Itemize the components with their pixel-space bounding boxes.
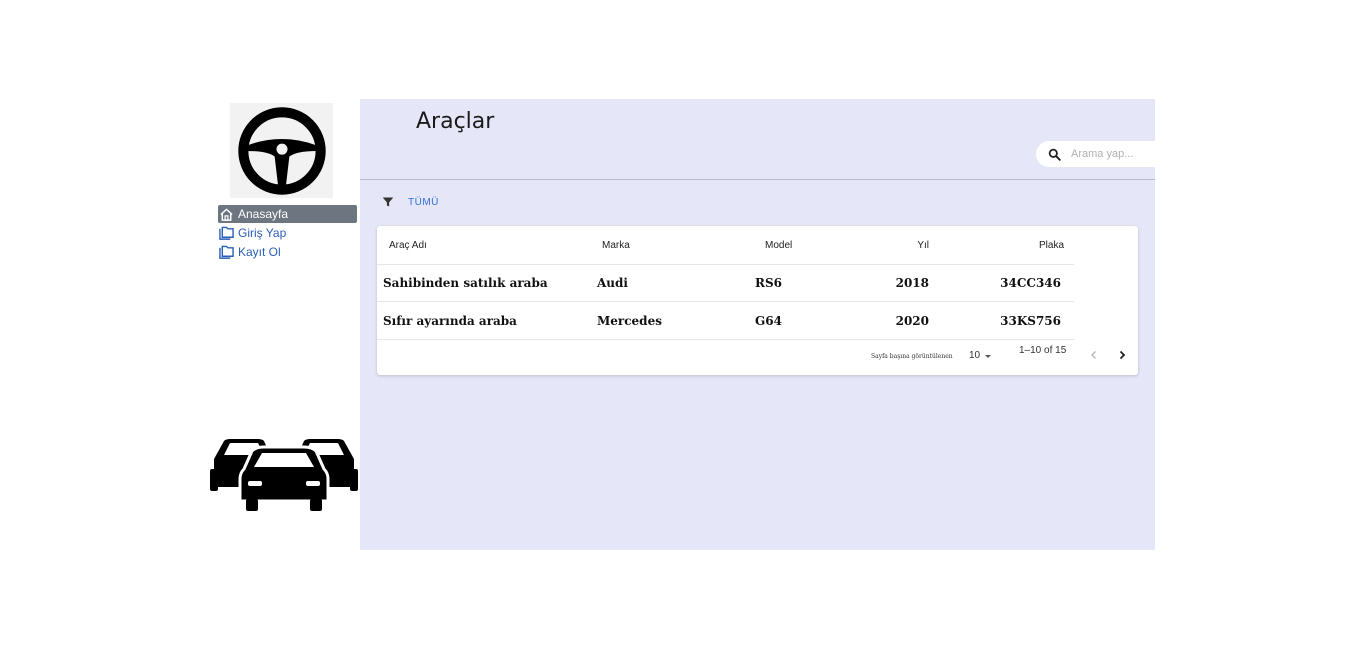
sidebar-item-anasayfa[interactable]: Anasayfa [218, 205, 357, 223]
sidebar-item-label: Anasayfa [238, 207, 289, 221]
vehicles-table: Araç Adı Marka Model Yıl Plaka Sahibinde… [377, 226, 1138, 375]
cell-plaka: 34CC346 [1000, 275, 1061, 290]
search-icon [1048, 148, 1061, 161]
cell-model: RS6 [755, 275, 782, 290]
header-divider [360, 179, 1155, 180]
home-icon [219, 207, 234, 222]
cars-icon [210, 439, 358, 511]
table-row[interactable]: Sahibinden satılık araba Audi RS6 2018 3… [377, 264, 1074, 302]
table-header-row: Araç Adı Marka Model Yıl Plaka [377, 226, 1074, 265]
cell-marka: Audi [597, 275, 628, 290]
sidebar-item-label: Giriş Yap [238, 226, 287, 240]
table-pagination: Sayfa başına görüntülenen 10 1–10 of 15 [377, 342, 1138, 375]
main-content: Araçlar TÜMÜ Araç Adı Marka Model Yıl Pl… [360, 99, 1155, 550]
app-root: Anasayfa Giriş Yap Kayıt Ol Araçlar Aram… [208, 99, 1155, 550]
cell-arac-adi: Sahibinden satılık araba [383, 275, 548, 290]
filter-all-button[interactable]: TÜMÜ [408, 197, 439, 208]
previous-page-button[interactable] [1089, 350, 1099, 362]
column-header-yil[interactable]: Yıl [857, 226, 929, 264]
column-header-arac-adi[interactable]: Araç Adı [389, 226, 427, 264]
sidebar: Anasayfa Giriş Yap Kayıt Ol [208, 99, 360, 550]
chevron-right-icon [1119, 350, 1126, 360]
table-row[interactable]: Sıfır ayarında araba Mercedes G64 2020 3… [377, 302, 1074, 340]
rows-per-page-label: Sayfa başına görüntülenen [871, 353, 953, 360]
sidebar-item-label: Kayıt Ol [238, 245, 281, 259]
pagination-range: 1–10 of 15 [1019, 345, 1067, 356]
search-box[interactable] [1036, 141, 1155, 167]
sidebar-nav: Anasayfa Giriş Yap Kayıt Ol [218, 205, 357, 262]
filter-icon[interactable] [382, 196, 394, 208]
steering-wheel-icon [237, 106, 326, 195]
cars-illustration [208, 429, 360, 519]
cell-yil: 2018 [895, 275, 929, 290]
cell-arac-adi: Sıfır ayarında araba [383, 313, 517, 328]
folder-icon [219, 245, 234, 260]
cell-plaka: 33KS756 [1000, 313, 1061, 328]
sidebar-item-kayit-ol[interactable]: Kayıt Ol [218, 243, 357, 261]
folder-icon [219, 226, 234, 241]
rows-per-page-select[interactable]: 10 [969, 350, 993, 361]
column-header-plaka[interactable]: Plaka [977, 226, 1064, 264]
cell-model: G64 [755, 313, 782, 328]
rows-per-page-value: 10 [969, 350, 981, 361]
chevron-left-icon [1091, 351, 1096, 359]
column-header-model[interactable]: Model [765, 226, 792, 264]
logo [230, 103, 333, 198]
search-input[interactable] [1069, 147, 1153, 161]
column-header-marka[interactable]: Marka [602, 226, 630, 264]
page-title: Araçlar [416, 109, 495, 134]
sidebar-item-giris-yap[interactable]: Giriş Yap [218, 224, 357, 242]
next-page-button[interactable] [1117, 350, 1127, 362]
caret-down-icon [985, 354, 992, 358]
cell-marka: Mercedes [597, 313, 662, 328]
cell-yil: 2020 [895, 313, 929, 328]
filter-bar: TÜMÜ [382, 196, 439, 208]
